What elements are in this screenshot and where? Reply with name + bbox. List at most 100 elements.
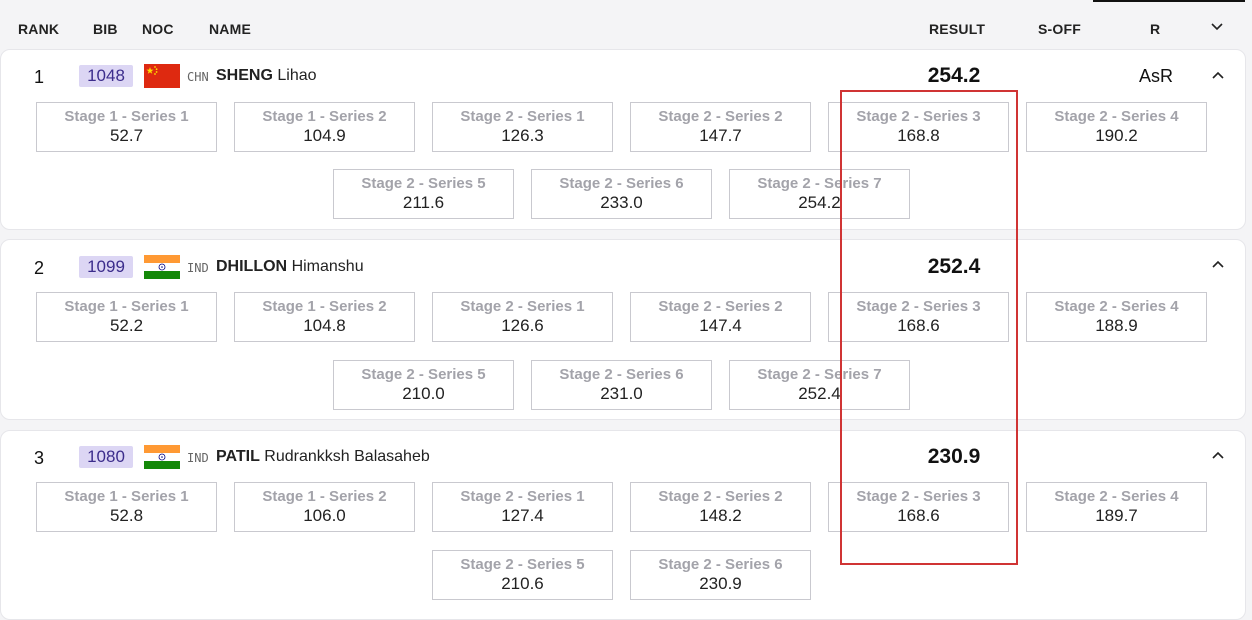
column-shoot-off[interactable]: S-OFF [1038,21,1081,37]
series-score-box: Stage 2 - Series 5 210.6 [432,550,613,600]
series-score-box: Stage 2 - Series 3 168.6 [828,292,1009,342]
chevron-up-icon[interactable] [1209,67,1227,85]
series-label: Stage 2 - Series 6 [559,175,684,192]
series-label: Stage 1 - Series 1 [64,298,189,315]
series-value: 147.7 [699,126,742,145]
series-label: Stage 2 - Series 2 [658,488,783,505]
column-name[interactable]: NAME [209,21,251,37]
series-value: 188.9 [1095,316,1138,335]
series-score-box: Stage 2 - Series 6 230.9 [630,550,811,600]
series-value: 168.6 [897,506,940,525]
china-flag-icon [144,64,180,88]
series-score-box: Stage 2 - Series 5 211.6 [333,169,514,219]
athlete-row-1[interactable]: 1 1048 CHN SHENG Lihao 254.2 AsR Stage 1… [0,49,1246,230]
series-label: Stage 2 - Series 1 [460,108,585,125]
result-value: 230.9 [927,445,981,468]
athlete-name[interactable]: SHENG Lihao [216,67,317,85]
series-score-box: Stage 2 - Series 6 233.0 [531,169,712,219]
series-score-box: Stage 2 - Series 4 190.2 [1026,102,1207,152]
series-score-box: Stage 1 - Series 2 106.0 [234,482,415,532]
series-score-box: Stage 1 - Series 1 52.7 [36,102,217,152]
series-label: Stage 2 - Series 6 [559,366,684,383]
series-value: 210.0 [402,384,445,403]
series-score-box: Stage 2 - Series 1 126.6 [432,292,613,342]
series-label: Stage 2 - Series 4 [1054,108,1179,125]
series-value: 168.8 [897,126,940,145]
rank-value: 3 [34,448,45,468]
series-value: 104.9 [303,126,346,145]
series-value: 52.8 [109,506,144,525]
athlete-given-name: Rudrankksh Balasaheb [264,448,430,465]
series-label: Stage 2 - Series 6 [658,556,783,573]
series-value: 126.6 [501,316,544,335]
series-label: Stage 1 - Series 2 [262,108,387,125]
series-score-box: Stage 1 - Series 1 52.8 [36,482,217,532]
series-label: Stage 2 - Series 4 [1054,298,1179,315]
series-label: Stage 2 - Series 1 [460,298,585,315]
column-rank[interactable]: RANK [18,21,59,37]
series-label: Stage 2 - Series 7 [757,175,882,192]
series-label: Stage 2 - Series 5 [460,556,585,573]
series-score-box: Stage 2 - Series 4 189.7 [1026,482,1207,532]
series-label: Stage 2 - Series 5 [361,366,486,383]
athlete-given-name: Himanshu [291,258,364,275]
series-label: Stage 2 - Series 2 [658,108,783,125]
athlete-surname: DHILLON [216,258,288,275]
series-score-box: Stage 2 - Series 2 148.2 [630,482,811,532]
series-label: Stage 2 - Series 3 [856,108,981,125]
chevron-up-icon[interactable] [1209,256,1227,274]
result-value: 252.4 [927,255,981,278]
noc-code: IND [187,261,209,275]
series-label: Stage 1 - Series 1 [64,488,189,505]
series-score-box: Stage 1 - Series 1 52.2 [36,292,217,342]
chevron-up-icon[interactable] [1209,447,1227,465]
series-score-box: Stage 1 - Series 2 104.8 [234,292,415,342]
series-score-box: Stage 2 - Series 6 231.0 [531,360,712,410]
result-value: 254.2 [927,64,981,87]
series-score-box: Stage 2 - Series 4 188.9 [1026,292,1207,342]
series-score-box: Stage 1 - Series 2 104.9 [234,102,415,152]
athlete-name[interactable]: DHILLON Himanshu [216,258,364,276]
series-label: Stage 2 - Series 3 [856,488,981,505]
series-score-box: Stage 2 - Series 2 147.4 [630,292,811,342]
rank-value: 2 [34,258,45,278]
column-result[interactable]: RESULT [929,21,985,37]
column-record[interactable]: R [1150,21,1160,37]
series-label: Stage 2 - Series 7 [757,366,882,383]
noc-code: IND [187,451,209,465]
series-label: Stage 2 - Series 5 [361,175,486,192]
series-score-box: Stage 2 - Series 1 126.3 [432,102,613,152]
series-value: 126.3 [501,126,544,145]
athlete-row-3[interactable]: 3 1080 IND PATIL Rudrankksh Balasaheb 23… [0,430,1246,620]
series-value: 189.7 [1095,506,1138,525]
column-bib[interactable]: BIB [93,21,118,37]
series-label: Stage 2 - Series 1 [460,488,585,505]
bib-badge: 1048 [79,65,133,87]
series-value: 210.6 [501,574,544,593]
series-label: Stage 1 - Series 2 [262,488,387,505]
series-score-box: Stage 2 - Series 3 168.6 [828,482,1009,532]
series-score-box: Stage 2 - Series 2 147.7 [630,102,811,152]
athlete-row-2[interactable]: 2 1099 IND DHILLON Himanshu 252.4 Stage … [0,239,1246,420]
series-value: 106.0 [303,506,346,525]
series-label: Stage 2 - Series 4 [1054,488,1179,505]
noc-code: CHN [187,70,209,84]
series-value: 52.7 [109,126,144,145]
athlete-name[interactable]: PATIL Rudrankksh Balasaheb [216,448,430,466]
column-noc[interactable]: NOC [142,21,174,37]
athlete-surname: PATIL [216,448,260,465]
series-label: Stage 1 - Series 1 [64,108,189,125]
chevron-down-icon[interactable] [1208,18,1226,36]
athlete-surname: SHENG [216,67,273,84]
india-flag-icon [144,255,180,279]
series-label: Stage 1 - Series 2 [262,298,387,315]
athlete-given-name: Lihao [277,67,317,84]
series-value: 127.4 [501,506,544,525]
series-value: 233.0 [600,193,643,212]
series-score-box: Stage 2 - Series 5 210.0 [333,360,514,410]
bib-badge: 1080 [79,446,133,468]
series-value: 168.6 [897,316,940,335]
series-value: 104.8 [303,316,346,335]
series-score-box: Stage 2 - Series 1 127.4 [432,482,613,532]
table-header: RANK BIB NOC NAME RESULT S-OFF R [0,0,1252,50]
